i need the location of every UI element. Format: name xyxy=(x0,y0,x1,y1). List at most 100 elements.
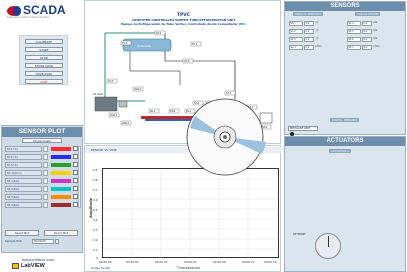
plot-row-selector[interactable] xyxy=(43,162,48,168)
plot-row-label: SC-1(l/min) xyxy=(5,170,42,176)
y-tick: 0.2 xyxy=(93,238,98,242)
plot-row-color[interactable] xyxy=(51,187,71,191)
sensors-panel: SENSORS ANALOG SENSORS CALCULATIONS ST-1… xyxy=(284,1,406,136)
logo-subtitle: Supervision Control & Data Acquisition xyxy=(7,16,50,19)
calc-value: 0.0 xyxy=(362,29,372,34)
plot-row: SP-2(bar) xyxy=(5,186,81,193)
labview-icon xyxy=(12,263,19,269)
diagram-label: AVR-1 xyxy=(110,114,118,117)
calc-value: 0.0 xyxy=(362,45,372,50)
labview-logo: LabVIEW xyxy=(21,263,45,269)
plot-row: SP-1(bar) xyxy=(5,178,81,185)
show-data-button[interactable]: SHOW DATA xyxy=(25,63,63,68)
plot-row-selector[interactable] xyxy=(43,186,48,192)
analog-value: 0.0 xyxy=(304,45,314,50)
logo: SCADA Supervision Control & Data Acquisi… xyxy=(4,3,78,21)
analog-tag: ST-2 xyxy=(289,29,303,34)
graph-footer-mode[interactable]: Single Graph xyxy=(91,266,110,270)
y-tick: 0 xyxy=(96,256,98,260)
plot-row-selector[interactable] xyxy=(43,154,48,160)
plot-row: ST-3(ºC) xyxy=(5,162,81,169)
plot-row: SC-1(l/min) xyxy=(5,170,81,177)
x-tick: 00:00:09 xyxy=(213,260,226,264)
plot-row-selector[interactable] xyxy=(43,202,48,208)
actuator-subheader: ACTUATOR A xyxy=(329,149,351,153)
quit-button[interactable]: QUIT xyxy=(25,79,63,84)
diagram-label: ST-1 xyxy=(192,43,198,46)
y-tick: 0.5 xyxy=(93,208,98,212)
plot-row-label: SP-3(bar) xyxy=(5,194,42,200)
calc-tag: ST-4 xyxy=(347,21,361,26)
pressure-limit-label: PRESSURE LIMIT xyxy=(288,126,318,131)
calc-tag: ST-7 xyxy=(347,45,361,50)
plot-row-color[interactable] xyxy=(51,195,71,199)
analog-tag: ST-1 xyxy=(289,21,303,26)
analog-unit: ºC xyxy=(315,37,319,40)
plot-row: SP-3(bar) xyxy=(5,194,81,201)
plot-row-color[interactable] xyxy=(51,155,71,159)
zoom-plot-button[interactable]: Zoom Plot xyxy=(44,230,78,236)
x-tick: 00:00:12 xyxy=(242,260,255,264)
sensors-title: SENSORS xyxy=(285,2,405,11)
plot-mode-select[interactable]: Single Graph xyxy=(22,138,62,143)
plot-row-color[interactable] xyxy=(51,171,71,175)
plot-row-selector[interactable] xyxy=(43,194,48,200)
plot-row-selector[interactable] xyxy=(43,178,48,184)
analog-sensors-header: ANALOG SENSORS xyxy=(293,12,323,16)
y-tick: 0.3 xyxy=(93,228,98,232)
plot-row-label: ST-3(ºC) xyxy=(5,162,42,168)
plot-row-color[interactable] xyxy=(51,203,71,207)
x-tick: 00:00:05 xyxy=(155,260,168,264)
air-input-label: Air input xyxy=(93,93,103,96)
analog-value: 0.0 xyxy=(304,29,314,34)
plot-row-label: SP-2(bar) xyxy=(5,186,42,192)
diagram-label: AVR-2 xyxy=(122,122,130,125)
y-tick: 0.4 xyxy=(93,218,98,222)
plot-row: ST-1(ºC) xyxy=(5,146,81,153)
plot-row-color[interactable] xyxy=(51,179,71,183)
digital-sensors-header: DIGITAL SENSORS xyxy=(330,118,360,122)
knob-label: SETPOINT xyxy=(293,233,306,236)
y-tick: 0.8 xyxy=(93,178,98,182)
knob-pointer xyxy=(328,236,329,247)
analog-tag: SC-1 xyxy=(289,45,303,50)
plot-row-label: ST-1(ºC) xyxy=(5,146,42,152)
sample-plot-stepper[interactable] xyxy=(55,239,59,244)
plot-row-color[interactable] xyxy=(51,147,71,151)
calibrate-button[interactable]: CALIBRATE xyxy=(25,39,63,44)
calc-unit: l/min xyxy=(373,45,380,48)
stop-button[interactable]: STOP xyxy=(25,55,63,60)
actuators-panel: ACTUATORS ACTUATOR A SETPOINT xyxy=(284,136,406,272)
edibon-url-link[interactable]: www.edibon.com xyxy=(22,257,54,262)
sensor-plot-title: SENSOR PLOT xyxy=(2,127,82,137)
calc-value: 0.0 xyxy=(362,21,372,26)
plot-grid xyxy=(103,169,280,259)
plot-row-label: SP-1(bar) xyxy=(5,178,42,184)
diagram-label: ST-2 xyxy=(156,32,162,35)
diagram-label: ST-7 xyxy=(226,92,232,95)
graph-xlabel: Time(seconds) xyxy=(177,266,201,270)
vortex-tube-label: Vortex tube xyxy=(137,45,151,48)
plot-row-label: ST-2(ºC) xyxy=(5,154,42,160)
diagram-label: ST-3 xyxy=(108,80,114,83)
plot-row-color[interactable] xyxy=(51,163,71,167)
analog-unit: ºC xyxy=(315,21,319,24)
analog-value: 0.0 xyxy=(304,21,314,26)
calc-tag: ST-6 xyxy=(347,37,361,42)
plot-row-selector[interactable] xyxy=(43,170,48,176)
diagram-label: CV-5 xyxy=(184,60,190,63)
plot-row-selector[interactable] xyxy=(43,146,48,152)
actuators-title: ACTUATORS xyxy=(285,137,405,146)
control-buttons-panel: CALIBRATE START STOP SHOW DATA SAVE DATA… xyxy=(19,35,68,85)
reset-plot-button[interactable]: Reset Plot xyxy=(5,230,39,236)
plot-area[interactable] xyxy=(102,168,280,259)
diagram-label: AVR-3 xyxy=(134,88,142,91)
plot-scrollbar[interactable] xyxy=(78,146,81,208)
plot-row: ST-2(ºC) xyxy=(5,154,81,161)
start-button[interactable]: START xyxy=(25,47,63,52)
calc-value: 0.0 xyxy=(362,37,372,42)
save-data-button[interactable]: SAVE DATA xyxy=(25,71,63,76)
setpoint-knob[interactable] xyxy=(315,233,341,259)
sample-plot-value[interactable]: 00:00:00 xyxy=(32,239,54,244)
sample-plot-label: Sample Plot xyxy=(5,239,22,243)
